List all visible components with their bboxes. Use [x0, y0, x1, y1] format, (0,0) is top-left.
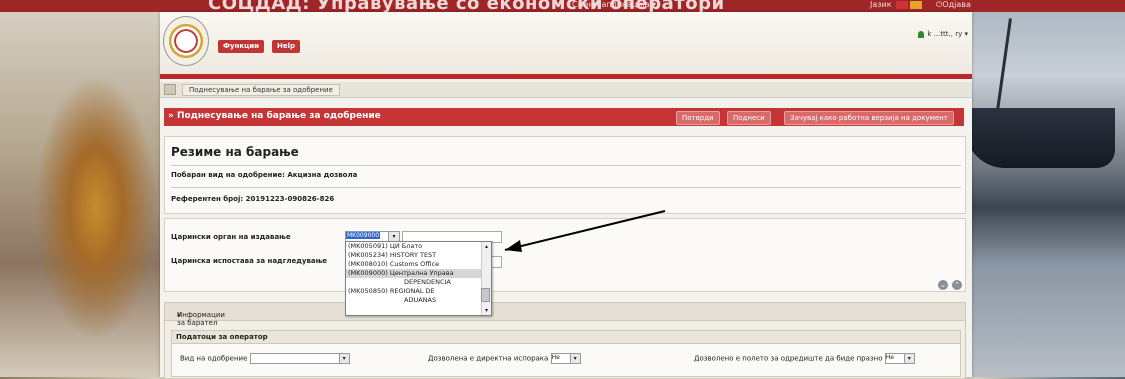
dropdown-option[interactable]: (MK005234) HISTORY TEST [346, 251, 491, 260]
customs-office-form: Царински орган на издавање Царинска испо… [164, 218, 966, 316]
breadcrumb: Поднесување на барање за одобрение [160, 82, 972, 98]
help-button[interactable]: Help [272, 40, 301, 53]
language-label: Јазик [870, 0, 892, 9]
direct-export-field: Дозволена е директна испорака Не ▾ [428, 353, 581, 364]
dropdown-option[interactable]: (MK005091) ЦИ Блато [346, 242, 491, 251]
header-divider [160, 74, 972, 79]
flag-uk-icon[interactable] [895, 0, 908, 9]
auth-type-field: Вид на одобрение ▾ [180, 353, 350, 364]
user-name: k ...ttt., ry [927, 30, 963, 38]
operator-data-panel: Податоци за оператор Вид на одобрение ▾ … [171, 330, 961, 377]
switch-app-label: Смени апликација [572, 0, 650, 9]
empty-destination-field: Дозволено е полето за одредиште да биде … [694, 353, 915, 364]
direct-export-label: Дозволена е директна испорака [428, 354, 549, 363]
background-photo-left [0, 0, 160, 377]
direct-export-value: Не [551, 354, 560, 361]
submit-button[interactable]: Поднеси [727, 111, 771, 125]
collapse-icon[interactable]: ⌄ [938, 280, 948, 290]
chevron-down-icon: ▾ [338, 354, 349, 363]
flag-mk-icon[interactable] [909, 0, 922, 9]
language-selector[interactable]: Јазик [870, 0, 922, 9]
operator-data-title: Податоци за оператор [176, 333, 268, 341]
summary-heading: Резиме на барање [171, 145, 299, 159]
empty-destination-value: Не [885, 354, 894, 361]
main-panel: Функции Help k ...ttt., ry ▾ Поднесување… [160, 12, 972, 379]
applicant-info-section: ¥ Информации за барател Податоци за опер… [164, 302, 966, 379]
confirm-button[interactable]: Потврди [676, 111, 720, 125]
page-title-bar: » Поднесување на барање за одобрение Пот… [164, 108, 964, 126]
supervising-office-label: Царинска испостава за надгледување [171, 257, 328, 265]
crane-image [995, 18, 1012, 118]
office-dropdown-list[interactable]: (MK005091) ЦИ Блато (MK005234) HISTORY T… [345, 241, 492, 316]
issuing-office-label: Царински орган на издавање [171, 233, 291, 241]
applicant-info-title: Информации за барател [177, 311, 225, 327]
scroll-thumb[interactable] [481, 288, 490, 302]
customs-logo-icon [163, 16, 209, 66]
header: Функции Help k ...ttt., ry ▾ [160, 12, 972, 74]
request-summary: Резиме на барање Побаран вид на одобрени… [164, 136, 966, 214]
auth-type-select[interactable]: ▾ [249, 353, 350, 364]
dropdown-option-continued[interactable]: DEPENDENCIA [346, 278, 491, 287]
operator-data-header: Податоци за оператор [172, 331, 960, 344]
top-bar: СОЦДАД: Управување со економски оператор… [0, 0, 1125, 14]
divider [171, 165, 961, 166]
user-icon [918, 30, 925, 38]
dropdown-option[interactable]: (MK009000) Централна Управа [346, 269, 491, 278]
empty-destination-select[interactable]: Не ▾ [884, 353, 915, 364]
scroll-up-icon[interactable]: ▴ [482, 242, 491, 251]
ship-image [965, 108, 1115, 168]
page-title: » Поднесување на барање за одобрение [168, 111, 381, 121]
chevron-down-icon: ▾ [569, 354, 580, 363]
functions-button[interactable]: Функции [218, 40, 265, 53]
direct-export-select[interactable]: Не ▾ [550, 353, 581, 364]
divider [171, 187, 961, 188]
logout-link[interactable]: ⏻Одјава [936, 0, 971, 10]
user-menu[interactable]: k ...ttt., ry ▾ [918, 30, 968, 38]
chevron-down-icon: ▾ [903, 354, 914, 363]
breadcrumb-item[interactable]: Поднесување на барање за одобрение [182, 84, 340, 96]
logout-label: Одјава [942, 0, 971, 9]
expand-icon[interactable]: ⌃ [952, 280, 962, 290]
empty-destination-label: Дозволено е полето за одредиште да биде … [694, 354, 883, 363]
dropdown-option-continued[interactable]: ADUANAS [346, 296, 491, 305]
home-icon[interactable] [164, 84, 176, 95]
dropdown-option[interactable]: (MK008010) Customs Office [346, 260, 491, 269]
dropdown-scrollbar[interactable]: ▴ ▾ [481, 242, 491, 315]
scroll-down-icon[interactable]: ▾ [482, 306, 491, 315]
auth-type-label: Вид на одобрение [180, 354, 248, 363]
background-photo-right [965, 0, 1125, 377]
save-draft-button[interactable]: Зачувај како работна верзија на документ [784, 111, 954, 125]
applicant-info-header[interactable]: ¥ Информации за барател [165, 303, 965, 327]
switch-app-link[interactable]: Смени апликација ▾ [572, 0, 656, 9]
requested-type: Побаран вид на одобрение: Акцизна дозвол… [171, 171, 358, 179]
dropdown-option[interactable]: (MK050850) REGIONAL DE [346, 287, 491, 296]
reference-number: Референтен број: 20191223-090826-826 [171, 195, 335, 203]
selected-office-value: MK009000 [346, 232, 381, 239]
